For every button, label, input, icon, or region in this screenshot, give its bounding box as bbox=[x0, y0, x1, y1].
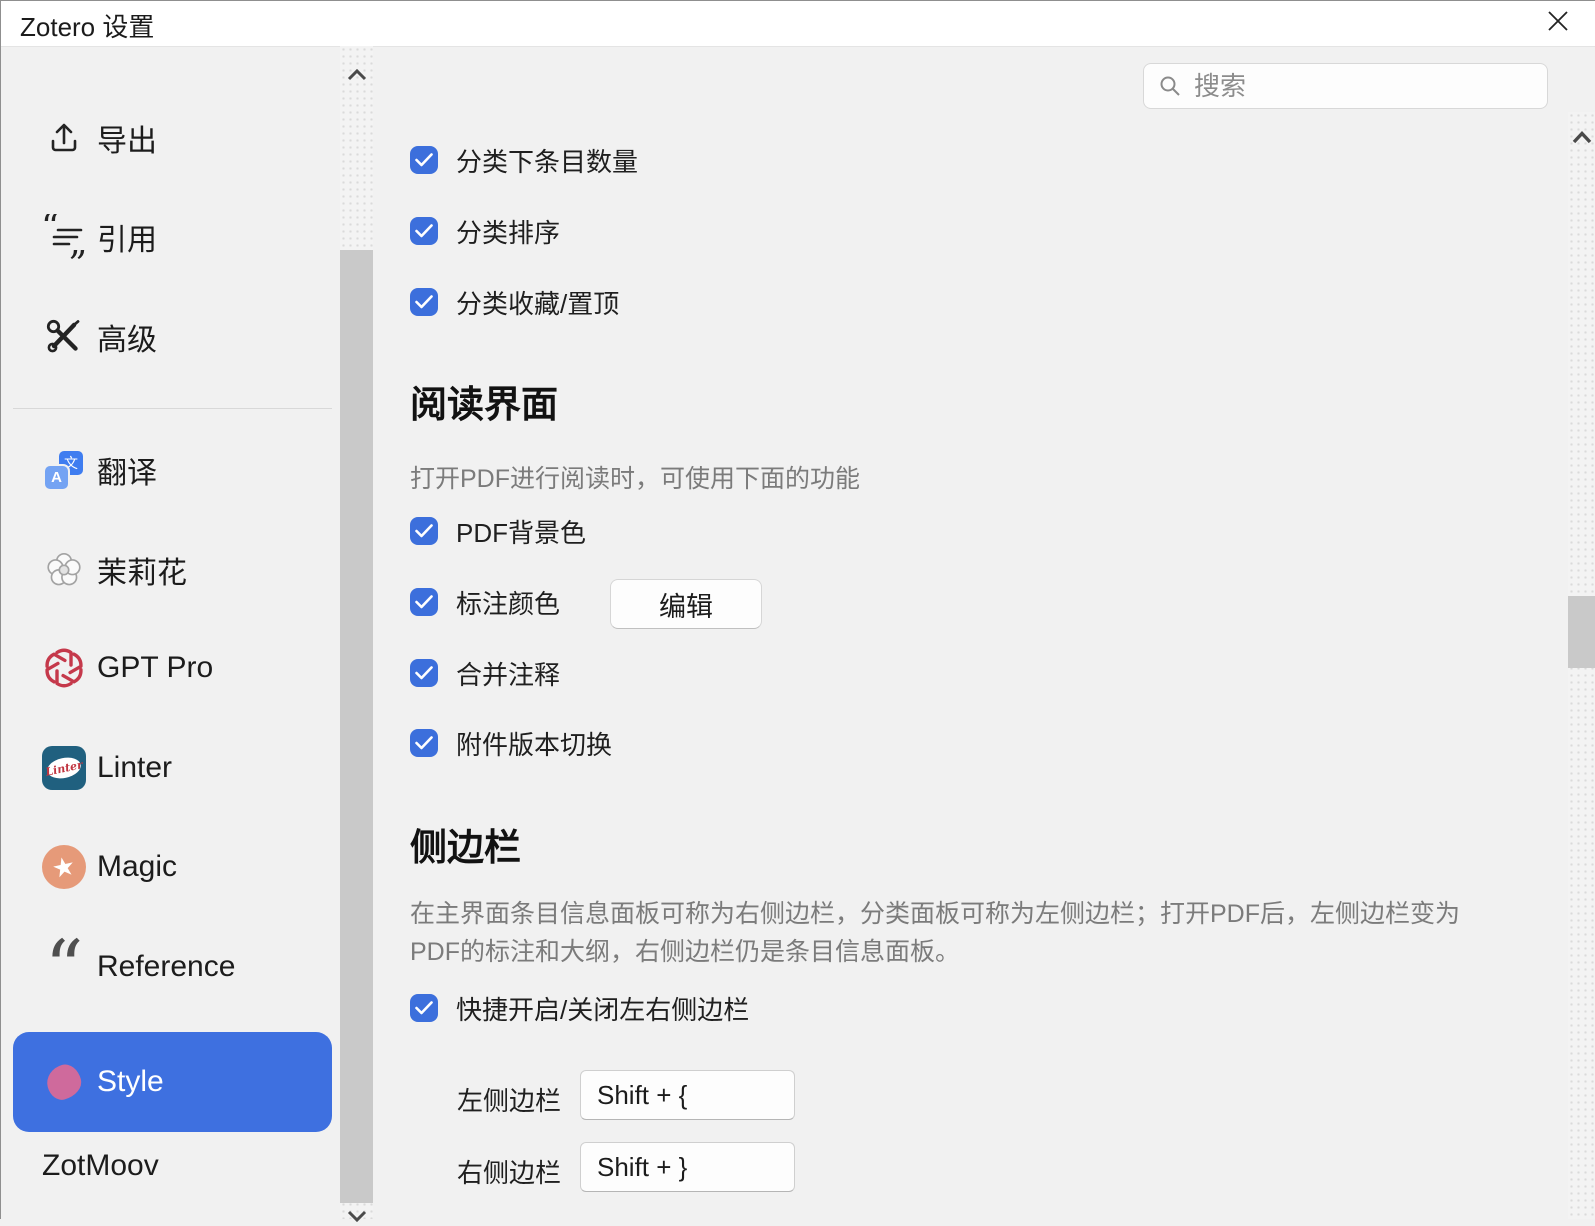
sidebar-item-magic[interactable]: ★ Magic bbox=[13, 837, 332, 897]
checkbox-label: 快捷开启/关闭左右侧边栏 bbox=[456, 994, 750, 1025]
sidebar-item-label: 引用 bbox=[97, 224, 157, 257]
tools-icon bbox=[40, 316, 88, 358]
sidebar-item-label: Magic bbox=[97, 850, 178, 883]
sidebar-item-label: Style bbox=[97, 1065, 164, 1098]
checkbox-label: 附件版本切换 bbox=[456, 729, 613, 760]
sidebar-item-label: GPT Pro bbox=[97, 651, 214, 684]
checkbox-checked[interactable] bbox=[410, 146, 438, 174]
sidebar-item-label: 翻译 bbox=[97, 457, 157, 490]
checkbox-row-pdf-background: PDF背景色 bbox=[410, 517, 586, 548]
checkbox-label: PDF背景色 bbox=[456, 517, 587, 548]
pink-blob-icon bbox=[40, 1061, 88, 1103]
close-button[interactable] bbox=[1543, 6, 1573, 36]
sidebar-item-style[interactable]: Style bbox=[13, 1032, 332, 1132]
main-scrollbar-thumb[interactable] bbox=[1568, 596, 1595, 668]
main-scroll-up-arrow[interactable] bbox=[1568, 124, 1595, 150]
sidebar-scroll-down-arrow[interactable] bbox=[340, 1206, 373, 1226]
checkbox-checked[interactable] bbox=[410, 588, 438, 616]
checkbox-row-annotation-color: 标注颜色 bbox=[410, 588, 560, 619]
search-icon bbox=[1158, 74, 1182, 98]
sidebar-item-zotmoov[interactable]: ZotMoov bbox=[13, 1136, 332, 1196]
sidebar-item-jasmine[interactable]: 茉莉花 bbox=[13, 540, 332, 600]
sidebar-item-linter[interactable]: Linter Linter bbox=[13, 738, 332, 798]
translate-icon: 文 A bbox=[40, 451, 88, 489]
openai-logo-icon bbox=[40, 645, 88, 691]
right-sidebar-shortcut-input[interactable] bbox=[580, 1142, 795, 1192]
sidebar-item-label: 茉莉花 bbox=[97, 557, 187, 590]
sidebar-item-advanced[interactable]: 高级 bbox=[13, 307, 332, 367]
search-box bbox=[1143, 63, 1548, 109]
star-circle-icon: ★ bbox=[40, 845, 88, 889]
svg-text:„: „ bbox=[69, 222, 87, 260]
checkbox-checked[interactable] bbox=[410, 659, 438, 687]
sidebar-item-export[interactable]: 导出 bbox=[13, 108, 332, 168]
sidebar-item-gpt-pro[interactable]: GPT Pro bbox=[13, 638, 332, 698]
checkbox-checked[interactable] bbox=[410, 288, 438, 316]
checkbox-label: 标注颜色 bbox=[456, 588, 561, 619]
window-title: Zotero 设置 bbox=[20, 12, 155, 42]
sidebar-item-label: ZotMoov bbox=[42, 1149, 159, 1182]
checkbox-label: 合并注释 bbox=[456, 659, 561, 690]
sidebar-scroll-up-arrow[interactable] bbox=[340, 62, 373, 88]
close-icon bbox=[1548, 11, 1568, 31]
sidebar-item-label: 导出 bbox=[97, 125, 157, 158]
sidebar-divider bbox=[13, 408, 332, 409]
sidebar-item-label: Reference bbox=[97, 950, 236, 983]
sidebar-item-label: 高级 bbox=[97, 324, 157, 357]
checkbox-row-toggle-sidebars: 快捷开启/关闭左右侧边栏 bbox=[410, 994, 749, 1025]
checkbox-checked[interactable] bbox=[410, 517, 438, 545]
left-sidebar-shortcut-input[interactable] bbox=[580, 1070, 795, 1120]
checkbox-checked[interactable] bbox=[410, 994, 438, 1022]
checkbox-row-merge-annotations: 合并注释 bbox=[410, 659, 560, 690]
shortcut-label-left-sidebar: 左侧边栏 bbox=[457, 1086, 562, 1116]
export-icon bbox=[40, 118, 88, 158]
shortcut-label-right-sidebar: 右侧边栏 bbox=[457, 1158, 562, 1188]
checkbox-label: 分类下条目数量 bbox=[456, 146, 639, 177]
sidebar-item-reference[interactable]: “ Reference bbox=[13, 923, 332, 1012]
edit-annotation-colors-button[interactable]: 编辑 bbox=[610, 579, 762, 629]
checkbox-label: 分类排序 bbox=[456, 217, 561, 248]
search-input[interactable] bbox=[1192, 69, 1526, 103]
cite-icon: “ „ bbox=[40, 214, 88, 260]
sidebar-scrollbar-thumb[interactable] bbox=[340, 250, 373, 1203]
title-bar: Zotero 设置 bbox=[0, 0, 1595, 47]
section-heading-sidebar: 侧边栏 bbox=[410, 827, 521, 868]
sidebar-item-cite[interactable]: “ „ 引用 bbox=[13, 207, 332, 267]
sidebar-item-translate[interactable]: 文 A 翻译 bbox=[13, 440, 332, 500]
checkbox-checked[interactable] bbox=[410, 217, 438, 245]
checkbox-row-attachment-version: 附件版本切换 bbox=[410, 729, 612, 760]
checkbox-row-collection-pin: 分类收藏/置顶 bbox=[410, 288, 619, 319]
section-description: 在主界面条目信息面板可称为右侧边栏，分类面板可称为左侧边栏；打开PDF后，左侧边… bbox=[410, 900, 1461, 966]
checkbox-row-collection-item-count: 分类下条目数量 bbox=[410, 146, 638, 177]
sidebar-item-label: Linter bbox=[97, 751, 173, 784]
flower-icon bbox=[40, 547, 88, 593]
checkbox-row-collection-sort: 分类排序 bbox=[410, 217, 560, 248]
checkbox-label: 分类收藏/置顶 bbox=[456, 288, 620, 319]
double-quote-icon: “ bbox=[44, 923, 84, 1012]
linter-icon: Linter bbox=[40, 746, 88, 790]
section-description: 打开PDF进行阅读时，可使用下面的功能 bbox=[410, 465, 861, 493]
section-heading-reading: 阅读界面 bbox=[410, 384, 558, 425]
checkbox-checked[interactable] bbox=[410, 729, 438, 757]
